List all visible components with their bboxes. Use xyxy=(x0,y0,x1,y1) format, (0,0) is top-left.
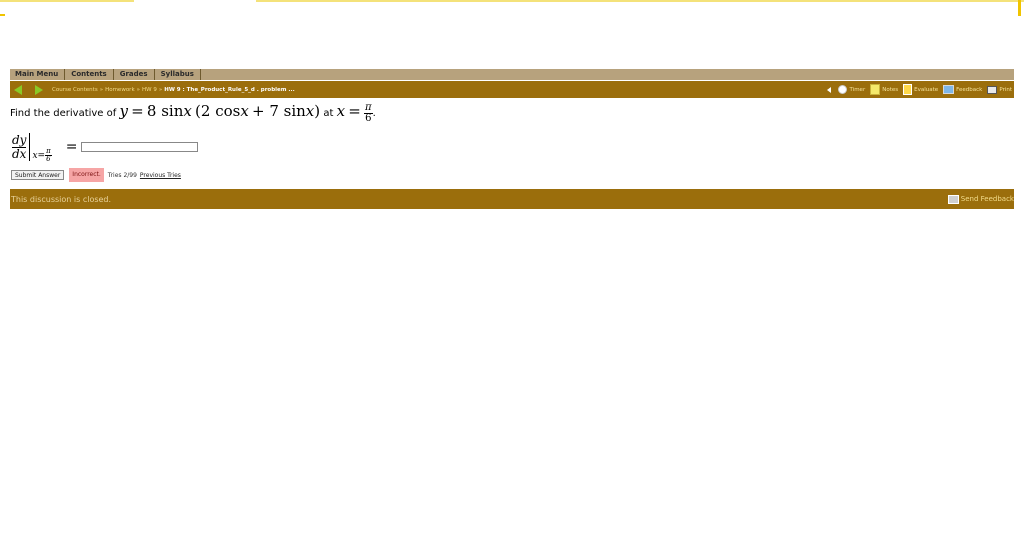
forward-arrow-icon[interactable] xyxy=(35,84,43,95)
back-arrow-icon[interactable] xyxy=(14,84,22,95)
breadcrumb-current: HW 9 : The_Product_Rule_5_d . problem ..… xyxy=(164,86,295,93)
breadcrumb-hw9[interactable]: HW 9 xyxy=(142,87,157,93)
printer-icon xyxy=(987,85,998,94)
evaluate-button[interactable]: Evaluate xyxy=(903,84,938,95)
problem-statement: Find the derivative of y = 8 sinx (2 cos… xyxy=(10,101,376,124)
discussion-bar: This discussion is closed. Send Feedback xyxy=(10,189,1014,209)
pi-over-six: π6 xyxy=(363,101,373,124)
evaluate-icon xyxy=(903,84,913,95)
evaluation-bar xyxy=(29,133,31,161)
tries-count: Tries 2/99 xyxy=(107,171,137,179)
derivative-fraction: dy dx xyxy=(12,132,27,161)
menu-main-menu[interactable]: Main Menu xyxy=(10,69,66,80)
top-accent-line xyxy=(0,0,134,2)
breadcrumb: Course Contents» Homework» HW 9» HW 9 : The… xyxy=(52,86,295,93)
derivative-answer-row: dy dx x= π 6 = xyxy=(12,130,199,164)
nav-tools: Timer Notes Evaluate Feedback Print xyxy=(822,84,1014,95)
mail-icon xyxy=(947,194,959,204)
submit-answer-button[interactable]: Submit Answer xyxy=(11,170,65,180)
answer-actions: Submit Answer Incorrect. Tries 2/99 Prev… xyxy=(11,168,181,182)
feedback-button[interactable]: Feedback xyxy=(943,85,982,94)
navigation-bar: Course Contents» Homework» HW 9» HW 9 : The… xyxy=(10,81,1014,98)
menu-grades[interactable]: Grades xyxy=(114,69,155,80)
send-feedback-button[interactable]: Send Feedback xyxy=(947,194,1014,204)
top-left-marker xyxy=(0,14,5,16)
status-badge: Incorrect. xyxy=(69,168,104,182)
notes-icon xyxy=(870,84,881,95)
timer-button[interactable]: Timer xyxy=(838,85,865,94)
previous-tries-link[interactable]: Previous Tries xyxy=(140,172,181,179)
top-accent-line xyxy=(256,0,1024,2)
menu-syllabus[interactable]: Syllabus xyxy=(155,69,201,80)
collapse-tools-button[interactable] xyxy=(827,86,833,93)
discussion-status: This discussion is closed. xyxy=(11,194,112,204)
feedback-icon xyxy=(943,85,955,94)
main-menu-bar: Main Menu Contents Grades Syllabus xyxy=(10,69,1014,80)
notes-button[interactable]: Notes xyxy=(870,84,898,95)
top-right-marker xyxy=(1018,0,1021,16)
answer-input[interactable] xyxy=(81,142,199,152)
clock-icon xyxy=(838,85,848,94)
evaluation-point: x= π 6 xyxy=(32,147,52,163)
breadcrumb-course-contents[interactable]: Course Contents xyxy=(52,87,98,93)
triangle-left-icon xyxy=(827,86,832,93)
menu-contents[interactable]: Contents xyxy=(65,69,114,80)
breadcrumb-homework[interactable]: Homework xyxy=(105,87,135,93)
print-button[interactable]: Print xyxy=(987,85,1012,94)
